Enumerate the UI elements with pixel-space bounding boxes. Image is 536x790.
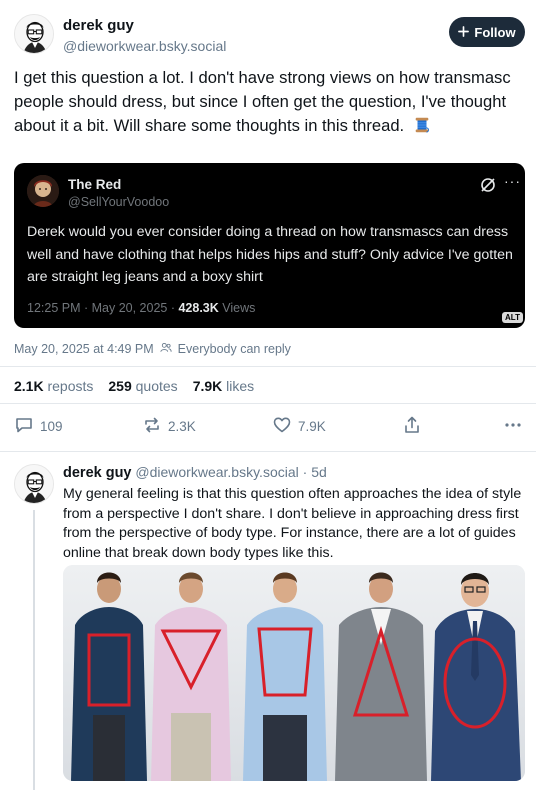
reposts-label: reposts xyxy=(47,378,94,394)
likes-count: 7.9K xyxy=(192,378,223,394)
action-bar: 109 2.3K 7.9K xyxy=(0,414,536,438)
post-date-row: May 20, 2025 at 4:49 PM Everybody can re… xyxy=(14,342,291,356)
share-icon xyxy=(402,415,422,438)
quotes-label: quotes xyxy=(135,378,178,394)
divider xyxy=(0,366,536,367)
follow-button[interactable]: Follow xyxy=(449,17,525,47)
quotes-stat[interactable]: 259 quotes xyxy=(108,378,177,394)
reply-setting[interactable]: Everybody can reply xyxy=(178,342,291,356)
author-name[interactable]: derek guy xyxy=(63,17,134,34)
engagement-stats: 2.1K reposts 259 quotes 7.9K likes xyxy=(14,378,254,394)
quoted-post-text: Derek would you ever consider doing a th… xyxy=(27,224,513,285)
follow-label: Follow xyxy=(474,24,516,40)
reply-button[interactable]: 109 xyxy=(14,414,63,438)
divider xyxy=(0,403,536,404)
post-date[interactable]: May 20, 2025 at 4:49 PM xyxy=(14,342,154,356)
thread-connector-line xyxy=(33,510,35,790)
like-button[interactable]: 7.9K xyxy=(272,414,326,438)
people-icon xyxy=(160,342,172,356)
quoted-post-card[interactable]: The Red @SellYourVoodoo ··· Derek would … xyxy=(14,163,525,328)
reply-author-avatar[interactable] xyxy=(14,464,54,504)
quoted-post-views-label: Views xyxy=(218,301,256,315)
body-types-illustration xyxy=(63,565,525,781)
reposts-stat[interactable]: 2.1K reposts xyxy=(14,378,93,394)
quoted-post-views-count: 428.3K xyxy=(178,301,219,315)
separator-dot: · xyxy=(302,464,308,480)
quoted-post-meta: 12:25 PM · May 20, 2025 · 428.3K Views xyxy=(27,301,255,315)
post-text: I get this question a lot. I don't have … xyxy=(14,68,511,135)
more-horizontal-icon xyxy=(503,415,523,438)
heart-icon xyxy=(272,415,292,438)
like-count: 7.9K xyxy=(298,418,326,434)
quoted-author-handle: @SellYourVoodoo xyxy=(68,195,170,209)
share-button[interactable] xyxy=(402,414,422,438)
body-types-image[interactable] xyxy=(63,565,525,781)
quoted-post-timestamp: 12:25 PM · May 20, 2025 · xyxy=(27,301,179,315)
reply-time-ago[interactable]: 5d xyxy=(311,464,327,480)
thread-spool-icon xyxy=(413,116,431,141)
author-avatar[interactable] xyxy=(14,14,54,54)
divider xyxy=(0,451,536,452)
reply-text: My general feeling is that this question… xyxy=(63,486,522,561)
plus-icon xyxy=(458,25,470,40)
quoted-author-avatar xyxy=(27,175,59,207)
likes-stat[interactable]: 7.9K likes xyxy=(193,378,254,394)
more-options-button[interactable] xyxy=(503,414,523,438)
author-handle[interactable]: @dieworkwear.bsky.social xyxy=(63,38,226,54)
reply-count: 109 xyxy=(40,418,63,434)
reposts-count: 2.1K xyxy=(14,378,44,394)
quotes-count: 259 xyxy=(108,378,132,394)
reply-author-name[interactable]: derek guy xyxy=(63,465,132,481)
grok-icon[interactable] xyxy=(479,176,497,194)
quoted-author-name: The Red xyxy=(68,177,122,192)
repost-icon xyxy=(142,415,162,438)
repost-count: 2.3K xyxy=(168,418,196,434)
reply-icon xyxy=(14,415,34,438)
likes-label: likes xyxy=(226,378,255,394)
alt-badge[interactable]: ALT xyxy=(502,312,523,323)
reply-header: derek guy @dieworkwear.bsky.social · 5d xyxy=(63,464,327,481)
more-options-icon[interactable]: ··· xyxy=(504,173,521,189)
reply-author-handle[interactable]: @dieworkwear.bsky.social xyxy=(135,464,298,480)
repost-button[interactable]: 2.3K xyxy=(142,414,196,438)
post-body: I get this question a lot. I don't have … xyxy=(14,66,524,141)
